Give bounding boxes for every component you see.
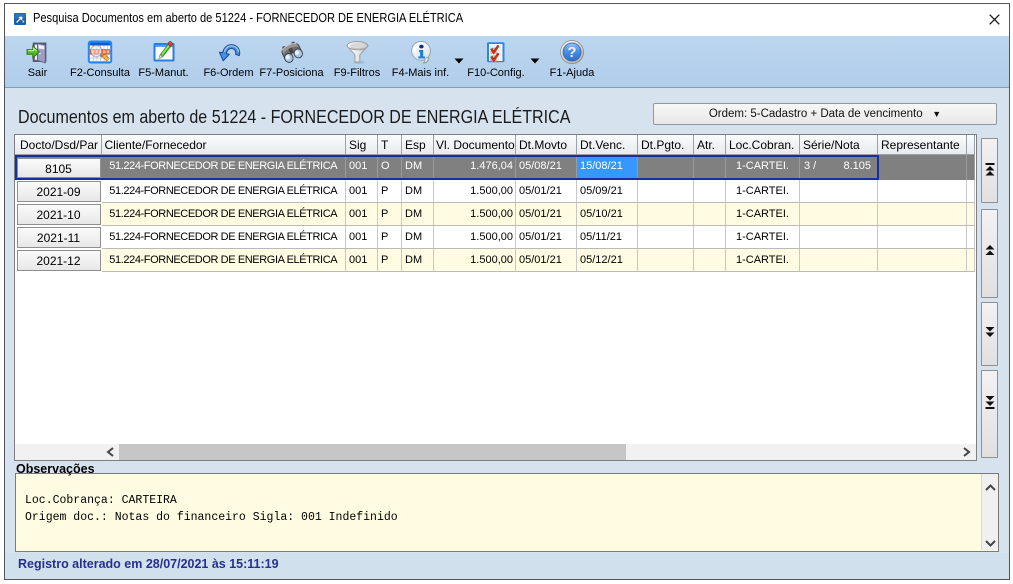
svg-text:?: ?	[568, 45, 577, 61]
